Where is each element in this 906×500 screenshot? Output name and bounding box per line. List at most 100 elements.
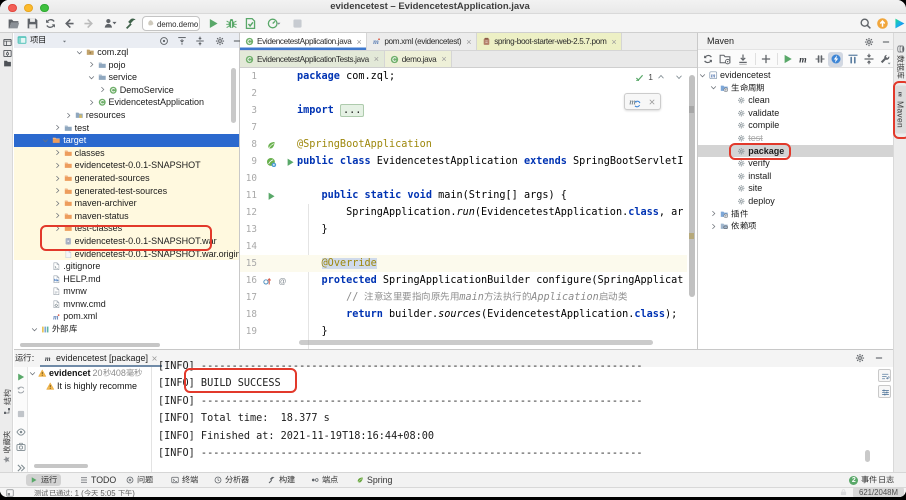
maven-toolwindow-header[interactable]: Maven <box>698 33 893 50</box>
chevron-right-icon[interactable] <box>54 187 61 194</box>
code-line[interactable]: 13 } <box>240 221 697 238</box>
tree-row[interactable]: mvnw.cmd <box>14 298 239 311</box>
skip-tests-icon[interactable] <box>847 53 859 65</box>
code-line[interactable]: 11 public static void main(String[] args… <box>240 187 697 204</box>
tree-row[interactable]: classes <box>14 147 239 160</box>
chevron-right-icon[interactable] <box>65 112 72 119</box>
code-line[interactable]: 7 <box>240 119 697 136</box>
execute-maven-goal-icon[interactable]: m <box>798 53 810 65</box>
maven-stripe-tab[interactable]: m Maven <box>895 86 906 134</box>
sync-icon[interactable] <box>44 17 57 30</box>
project-vertical-scrollbar[interactable] <box>231 68 236 123</box>
event-log-button[interactable]: 2 <box>849 474 894 486</box>
chevron-down-icon[interactable] <box>76 49 83 56</box>
code-line[interactable]: 10 <box>240 170 697 187</box>
project-stripe-icon[interactable] <box>3 38 12 47</box>
editor-tab[interactable]: EvidencetestApplicationTests.java× <box>240 51 385 67</box>
run-configuration-select[interactable]: demo.demo <box>142 16 200 31</box>
tree-row[interactable]: mpom.xml <box>14 310 239 323</box>
chevron-right-icon[interactable] <box>710 223 717 230</box>
close-tab-icon[interactable]: × <box>441 54 446 64</box>
tree-row[interactable]: clean <box>698 94 893 107</box>
chevron-down-icon[interactable] <box>88 74 95 81</box>
editor-tab[interactable]: mpom.xml (evidencetest)× <box>367 33 477 50</box>
gut-at-gutter-icon[interactable]: @ <box>277 276 288 287</box>
chevron-right-icon[interactable] <box>54 200 61 207</box>
maven-settings-icon[interactable] <box>879 53 891 65</box>
editor-tab[interactable]: demo.java× <box>385 51 453 67</box>
toolwindow-toggle-icon[interactable] <box>6 489 14 497</box>
code-line[interactable]: 8@SpringBootApplication <box>240 136 697 153</box>
close-icon[interactable] <box>648 98 656 106</box>
tree-row[interactable]: package <box>698 145 893 158</box>
tree-row[interactable]: generated-test-sources <box>14 185 239 198</box>
run-console[interactable]: [INFO] ---------------------------------… <box>152 358 893 473</box>
gear-icon[interactable] <box>864 37 874 47</box>
run-tree-row[interactable]: evidencet20408 <box>28 367 151 380</box>
console-settings-button[interactable] <box>878 385 891 398</box>
console-vertical-scrollbar[interactable] <box>865 450 870 462</box>
test-snapshot-icon[interactable] <box>16 442 26 452</box>
user-dropdown-icon[interactable] <box>102 17 118 30</box>
run-maven-goal-icon[interactable] <box>782 53 794 65</box>
code-line[interactable]: 1package com.zql; <box>240 68 697 85</box>
maven-reload-icon[interactable]: m <box>629 96 641 108</box>
chevron-down-icon[interactable] <box>31 326 38 333</box>
softwrap-button[interactable] <box>878 369 891 382</box>
tree-row[interactable]: evidencetest-0.0.1-SNAPSHOT <box>14 159 239 172</box>
tree-row[interactable]: resources <box>14 109 239 122</box>
chevron-right-icon[interactable] <box>54 162 61 169</box>
code-line[interactable]: 16@ protected SpringApplicationBuilder c… <box>240 272 697 289</box>
pull-requests-stripe-icon[interactable] <box>3 59 12 68</box>
code-line[interactable]: 17 // mainApplication <box>240 289 697 306</box>
run-button-icon[interactable] <box>207 17 220 30</box>
tree-row[interactable]: site <box>698 182 893 195</box>
expand-all-icon[interactable] <box>177 36 187 46</box>
close-tab-icon[interactable]: × <box>466 37 471 47</box>
code-line[interactable]: 18 return builder.sources(EvidencetestAp… <box>240 306 697 323</box>
chevron-right-icon[interactable] <box>99 86 106 93</box>
chevron-down-icon[interactable] <box>710 84 717 91</box>
editor-vertical-scrollbar[interactable] <box>689 75 695 297</box>
tree-row[interactable]: maven-archiver <box>14 197 239 210</box>
tree-row[interactable]: maven-status <box>14 210 239 223</box>
gut-override-gutter-icon[interactable] <box>262 276 273 287</box>
prev-problem-icon[interactable] <box>657 73 665 81</box>
tree-row[interactable]: mvnw <box>14 285 239 298</box>
favorites-stripe-tab[interactable] <box>2 424 12 471</box>
hide-toolwindow-icon[interactable] <box>881 37 891 47</box>
tree-row[interactable]: generated-sources <box>14 172 239 185</box>
code-line[interactable]: 14 <box>240 238 697 255</box>
tree-row[interactable] <box>698 220 893 233</box>
tree-row[interactable]: verify <box>698 157 893 170</box>
tree-row[interactable]: test-classes <box>14 222 239 235</box>
code-line[interactable]: 12 SpringApplication.run(EvidencetestApp… <box>240 204 697 221</box>
tree-row[interactable]: DemoService <box>14 84 239 97</box>
collapse-all-icon[interactable] <box>863 53 875 65</box>
close-tab-icon[interactable]: × <box>356 37 361 47</box>
generate-sources-icon[interactable] <box>719 53 731 65</box>
chevron-down-icon[interactable] <box>699 72 706 79</box>
tree-row[interactable]: compile <box>698 119 893 132</box>
locate-file-icon[interactable] <box>159 36 169 46</box>
tree-row[interactable]: evidencetest-0.0.1-SNAPSHOT.war <box>14 235 239 248</box>
gut-leaf-gutter-icon[interactable] <box>266 140 277 151</box>
editor-tab[interactable]: spring-boot-starter-web-2.5.7.pom× <box>477 33 622 50</box>
run-tab[interactable]: m evidencetest [package] <box>40 350 162 366</box>
profiler-dropdown-icon[interactable] <box>264 17 283 30</box>
update-notification-icon[interactable] <box>876 17 889 30</box>
minimize-window-button[interactable] <box>24 4 33 13</box>
run-with-coverage-icon[interactable] <box>244 17 257 30</box>
reimport-maven-icon[interactable] <box>702 53 714 65</box>
close-window-button[interactable] <box>8 4 17 13</box>
gear-icon[interactable] <box>215 36 225 46</box>
next-problem-icon[interactable] <box>675 73 683 81</box>
chevron-right-icon[interactable] <box>88 61 95 68</box>
forward-icon[interactable] <box>82 17 95 30</box>
memory-indicator[interactable]: 621/2048M <box>853 488 904 497</box>
chevron-down-icon[interactable] <box>42 137 49 144</box>
toolwindow-button-spring[interactable]: Spring <box>352 474 396 486</box>
chevron-right-icon[interactable] <box>54 212 61 219</box>
code-editor[interactable]: 1package com.zql;23import ...78@SpringBo… <box>240 68 697 349</box>
chevron-right-icon[interactable] <box>88 99 95 106</box>
